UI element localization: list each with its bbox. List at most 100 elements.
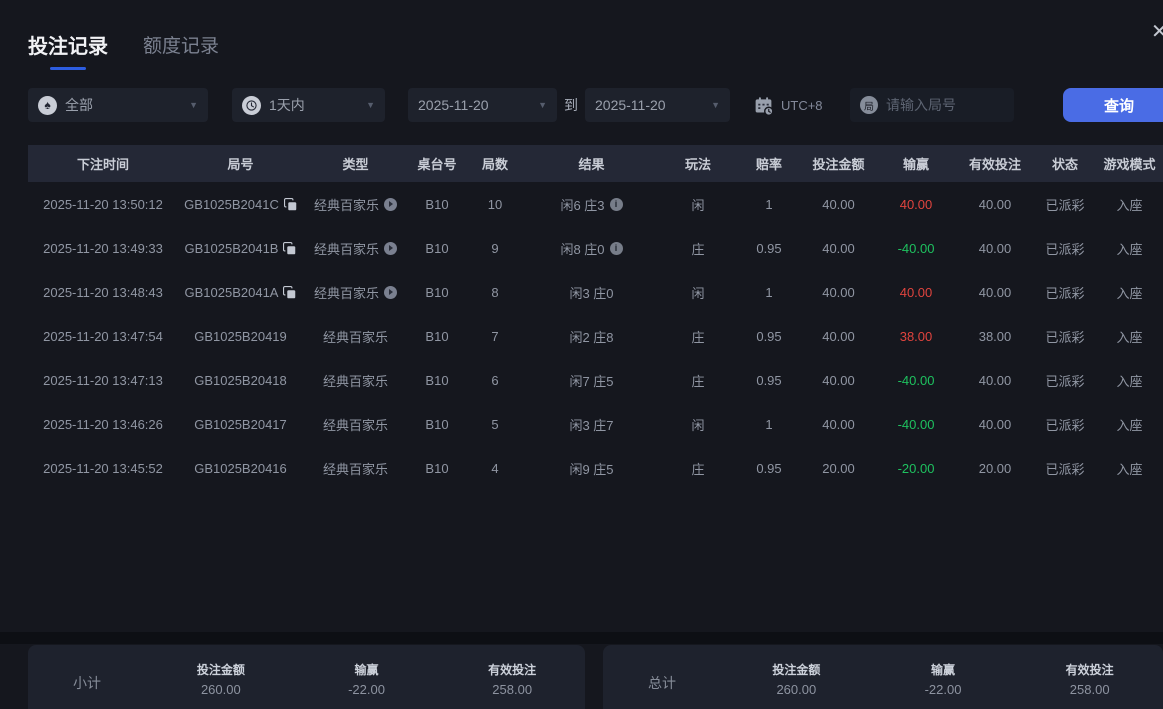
cell-play: 闲	[691, 417, 705, 433]
cell-game-mode: 入座	[1116, 417, 1143, 433]
date-from-value: 2025-11-20	[418, 97, 489, 113]
stat-label: 有效投注	[1065, 662, 1114, 677]
column-header-result: 结果	[578, 157, 605, 172]
cell-bet-time: 2025-11-20 13:49:33	[43, 240, 163, 256]
cell-odds: 0.95	[756, 240, 782, 256]
column-header-status: 状态	[1051, 157, 1078, 172]
cell-round-no: 5	[491, 416, 499, 432]
table-body: 2025-11-20 13:50:12 GB1025B2041C 经典百家乐 B10 1…	[28, 182, 1163, 490]
cell-status: 已派彩	[1045, 285, 1085, 301]
cell-result: 闲9 庄5	[569, 461, 614, 477]
column-header-game-mode: 游戏模式	[1103, 157, 1156, 172]
cell-game-type: 经典百家乐	[322, 373, 388, 389]
cell-play: 庄	[691, 461, 705, 477]
info-icon[interactable]: i	[609, 197, 623, 211]
betting-records-modal: 投注记录 额度记录 ✕ ♠ 全部 ▼ 1天内 ▼ 2025-11-20 ▼ 到 …	[0, 0, 1163, 709]
game-id-search-input[interactable]	[886, 97, 1004, 113]
cell-bet-amount: 40.00	[822, 328, 855, 344]
game-type-select[interactable]: ♠ 全部 ▼	[28, 88, 208, 122]
subtotal-valid-bet: 有效投注 258.00	[439, 661, 585, 705]
table-row: 2025-11-20 13:46:26 GB1025B20417 经典百家乐 B10 5…	[28, 402, 1163, 446]
game-type-value: 全部	[65, 97, 93, 113]
stat-label: 输赢	[354, 662, 379, 677]
info-icon[interactable]: i	[609, 241, 623, 255]
cell-valid-bet: 40.00	[978, 284, 1012, 300]
cell-valid-bet: 20.00	[978, 460, 1012, 476]
cell-odds: 1	[765, 196, 773, 212]
cell-bet-amount: 40.00	[822, 416, 855, 432]
table-row: 2025-11-20 13:50:12 GB1025B2041C 经典百家乐 B10 1…	[28, 182, 1163, 226]
column-header-odds: 赔率	[755, 157, 782, 172]
column-header-game-id: 局号	[227, 157, 254, 172]
cell-odds: 1	[765, 284, 773, 300]
cell-win-loss: -40.00	[897, 240, 935, 256]
time-range-select[interactable]: 1天内 ▼	[232, 88, 385, 122]
cell-game-id: GB1025B2041B	[178, 226, 303, 270]
column-header-valid-bet: 有效投注	[968, 157, 1021, 172]
cell-result: 闲7 庄5	[569, 373, 614, 389]
cell-game-type: 经典百家乐	[303, 182, 408, 226]
cell-valid-bet: 40.00	[978, 372, 1012, 388]
close-icon[interactable]: ✕	[1151, 19, 1163, 44]
video-replay-icon[interactable]	[384, 241, 397, 255]
stat-label: 投注金额	[772, 662, 821, 677]
cell-round-no: 6	[491, 372, 499, 388]
cell-valid-bet: 38.00	[978, 328, 1012, 344]
cell-round-no: 7	[491, 328, 499, 344]
cell-play: 庄	[691, 241, 705, 257]
video-replay-icon[interactable]	[384, 197, 397, 211]
total-title: 总计	[648, 674, 676, 691]
date-to-value: 2025-11-20	[595, 97, 666, 113]
cell-win-loss: -40.00	[897, 372, 935, 388]
total-bet-amount: 投注金额 260.00	[723, 661, 870, 705]
cell-win-loss: -40.00	[897, 416, 935, 432]
cell-play: 庄	[691, 373, 705, 389]
stat-value: -22.00	[924, 681, 962, 697]
stat-value: 260.00	[200, 681, 241, 697]
stat-value: 258.00	[492, 681, 533, 697]
cell-table-no: B10	[425, 284, 449, 300]
date-from-picker[interactable]: 2025-11-20 ▼	[408, 88, 557, 122]
cell-game-mode: 入座	[1116, 373, 1143, 389]
cell-game-id: GB1025B20417	[194, 416, 287, 432]
copy-icon[interactable]	[283, 285, 296, 299]
column-header-round-no: 局数	[481, 157, 508, 172]
cell-result: 闲3 庄0	[569, 285, 614, 301]
cell-valid-bet: 40.00	[978, 196, 1012, 212]
cell-valid-bet: 40.00	[978, 240, 1012, 256]
cell-win-loss: -20.00	[897, 460, 935, 476]
cell-game-type: 经典百家乐	[303, 226, 408, 270]
calendar-clock-icon	[753, 95, 774, 116]
video-replay-icon[interactable]	[384, 285, 397, 299]
cell-bet-amount: 40.00	[822, 284, 855, 300]
table-row: 2025-11-20 13:48:43 GB1025B2041A 经典百家乐 B10 8…	[28, 270, 1163, 314]
total-winloss: 输赢 -22.00	[870, 661, 1017, 705]
cell-odds: 1	[765, 416, 773, 432]
cell-status: 已派彩	[1045, 197, 1085, 213]
cell-game-mode: 入座	[1116, 241, 1143, 257]
copy-icon[interactable]	[283, 241, 296, 255]
cell-bet-amount: 40.00	[822, 196, 855, 212]
chevron-down-icon: ▼	[538, 100, 547, 110]
date-to-picker[interactable]: 2025-11-20 ▼	[585, 88, 730, 122]
timezone-label: UTC+8	[781, 97, 823, 113]
column-header-game-type: 类型	[342, 157, 369, 172]
tab-quota-records[interactable]: 额度记录	[143, 31, 219, 58]
cell-status: 已派彩	[1045, 241, 1085, 257]
table-header: 下注时间 局号 类型 桌台号 局数 结果 玩法 赔率 投注金额 输赢 有效投注 状态 游戏模式	[28, 145, 1163, 182]
subtotal-panel: 小计 投注金额 260.00 输赢 -22.00 有效投注 258.00	[28, 645, 585, 709]
stat-label: 有效投注	[488, 662, 537, 677]
chevron-down-icon: ▼	[366, 100, 375, 110]
cell-odds: 0.95	[756, 460, 782, 476]
cell-bet-amount: 40.00	[822, 372, 855, 388]
query-button[interactable]: 查询	[1063, 88, 1163, 122]
chevron-down-icon: ▼	[189, 100, 198, 110]
timezone-indicator: UTC+8	[753, 88, 823, 122]
cell-bet-time: 2025-11-20 13:47:13	[43, 372, 163, 388]
copy-icon[interactable]	[283, 197, 297, 211]
cell-game-id: GB1025B20419	[194, 328, 287, 344]
tab-betting-records[interactable]: 投注记录	[28, 30, 108, 70]
cell-win-loss: 38.00	[899, 328, 933, 344]
column-header-win-loss: 输赢	[902, 157, 929, 172]
cell-status: 已派彩	[1045, 329, 1085, 345]
